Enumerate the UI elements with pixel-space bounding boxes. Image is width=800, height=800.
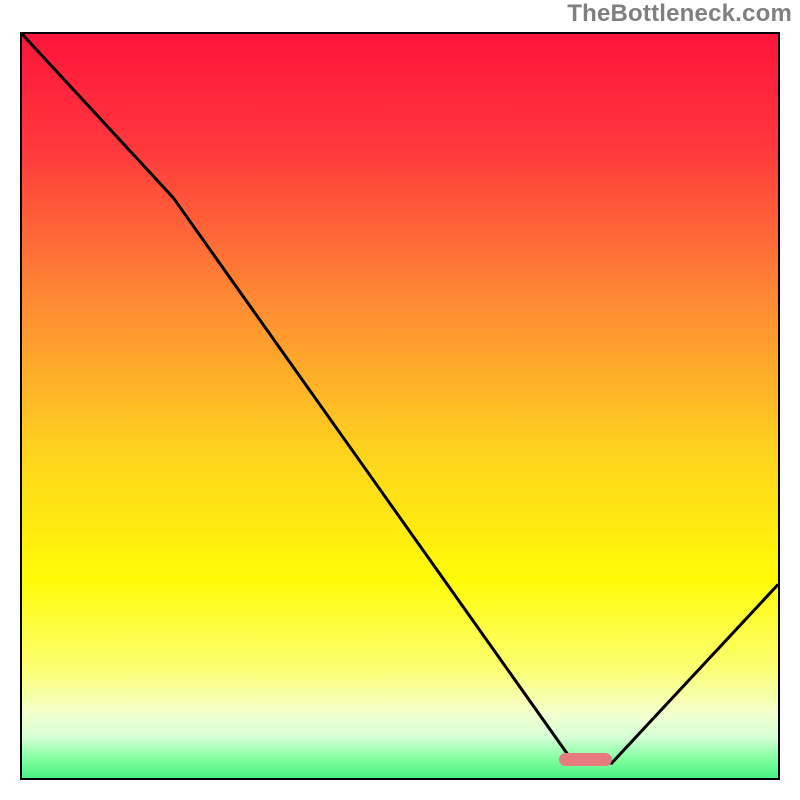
optimal-marker	[559, 753, 612, 766]
watermark-text: TheBottleneck.com	[567, 0, 792, 28]
curve-line	[22, 34, 778, 778]
chart-container: TheBottleneck.com	[0, 0, 800, 800]
plot-area	[20, 32, 780, 780]
